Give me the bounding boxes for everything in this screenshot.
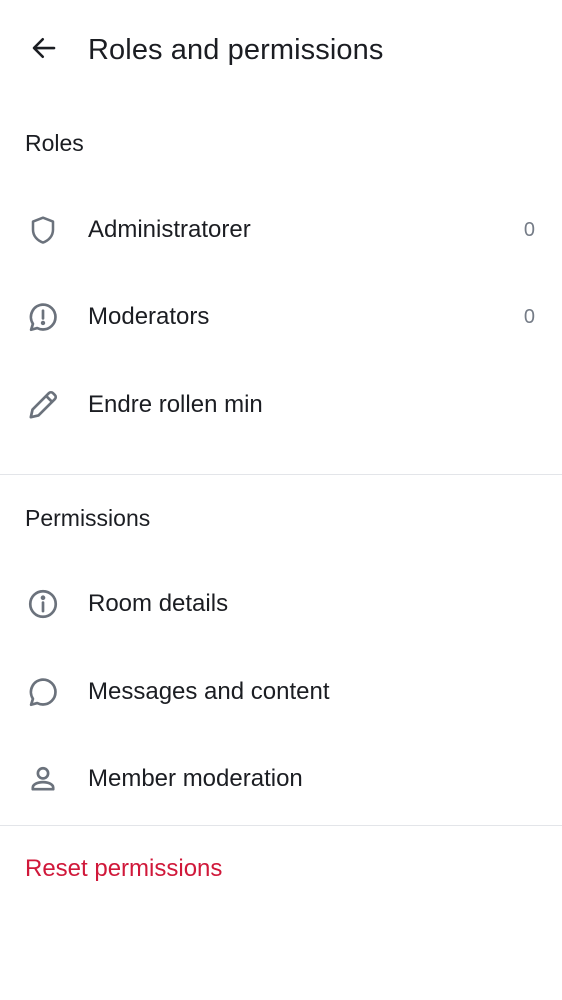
permission-item-messages-content[interactable]: Messages and content — [0, 648, 562, 736]
permission-item-room-details[interactable]: Room details — [0, 561, 562, 649]
role-member-count: 0 — [523, 306, 535, 329]
permission-label: Messages and content — [88, 677, 330, 705]
chat-alert-icon — [24, 298, 62, 336]
section-header-roles: Roles — [0, 100, 562, 186]
permission-label: Room details — [88, 590, 229, 618]
user-icon — [24, 760, 62, 798]
role-item-administrators[interactable]: Administratorer 0 — [0, 186, 562, 274]
reset-permissions-button[interactable]: Reset permissions — [0, 826, 562, 912]
back-button[interactable] — [24, 30, 64, 70]
role-member-count: 0 — [523, 218, 535, 241]
role-label: Endre rollen min — [88, 390, 263, 418]
role-item-change-my-role[interactable]: Endre rollen min — [0, 361, 562, 449]
role-item-moderators[interactable]: Moderators 0 — [0, 274, 562, 362]
permission-item-member-moderation[interactable]: Member moderation — [0, 736, 562, 824]
info-icon — [24, 585, 62, 623]
section-header-permissions: Permissions — [0, 475, 562, 561]
pencil-icon — [24, 386, 62, 424]
section-title-roles: Roles — [25, 130, 84, 156]
section-title-permissions: Permissions — [25, 504, 151, 531]
role-label: Moderators — [88, 303, 210, 331]
permission-label: Member moderation — [88, 765, 303, 793]
arrow-left-icon — [29, 33, 59, 68]
top-app-bar: Roles and permissions — [0, 0, 562, 100]
shield-icon — [24, 211, 62, 249]
reset-permissions-label: Reset permissions — [25, 855, 223, 882]
page-title: Roles and permissions — [88, 34, 384, 66]
role-label: Administratorer — [88, 215, 251, 243]
chat-bubble-icon — [24, 673, 62, 711]
